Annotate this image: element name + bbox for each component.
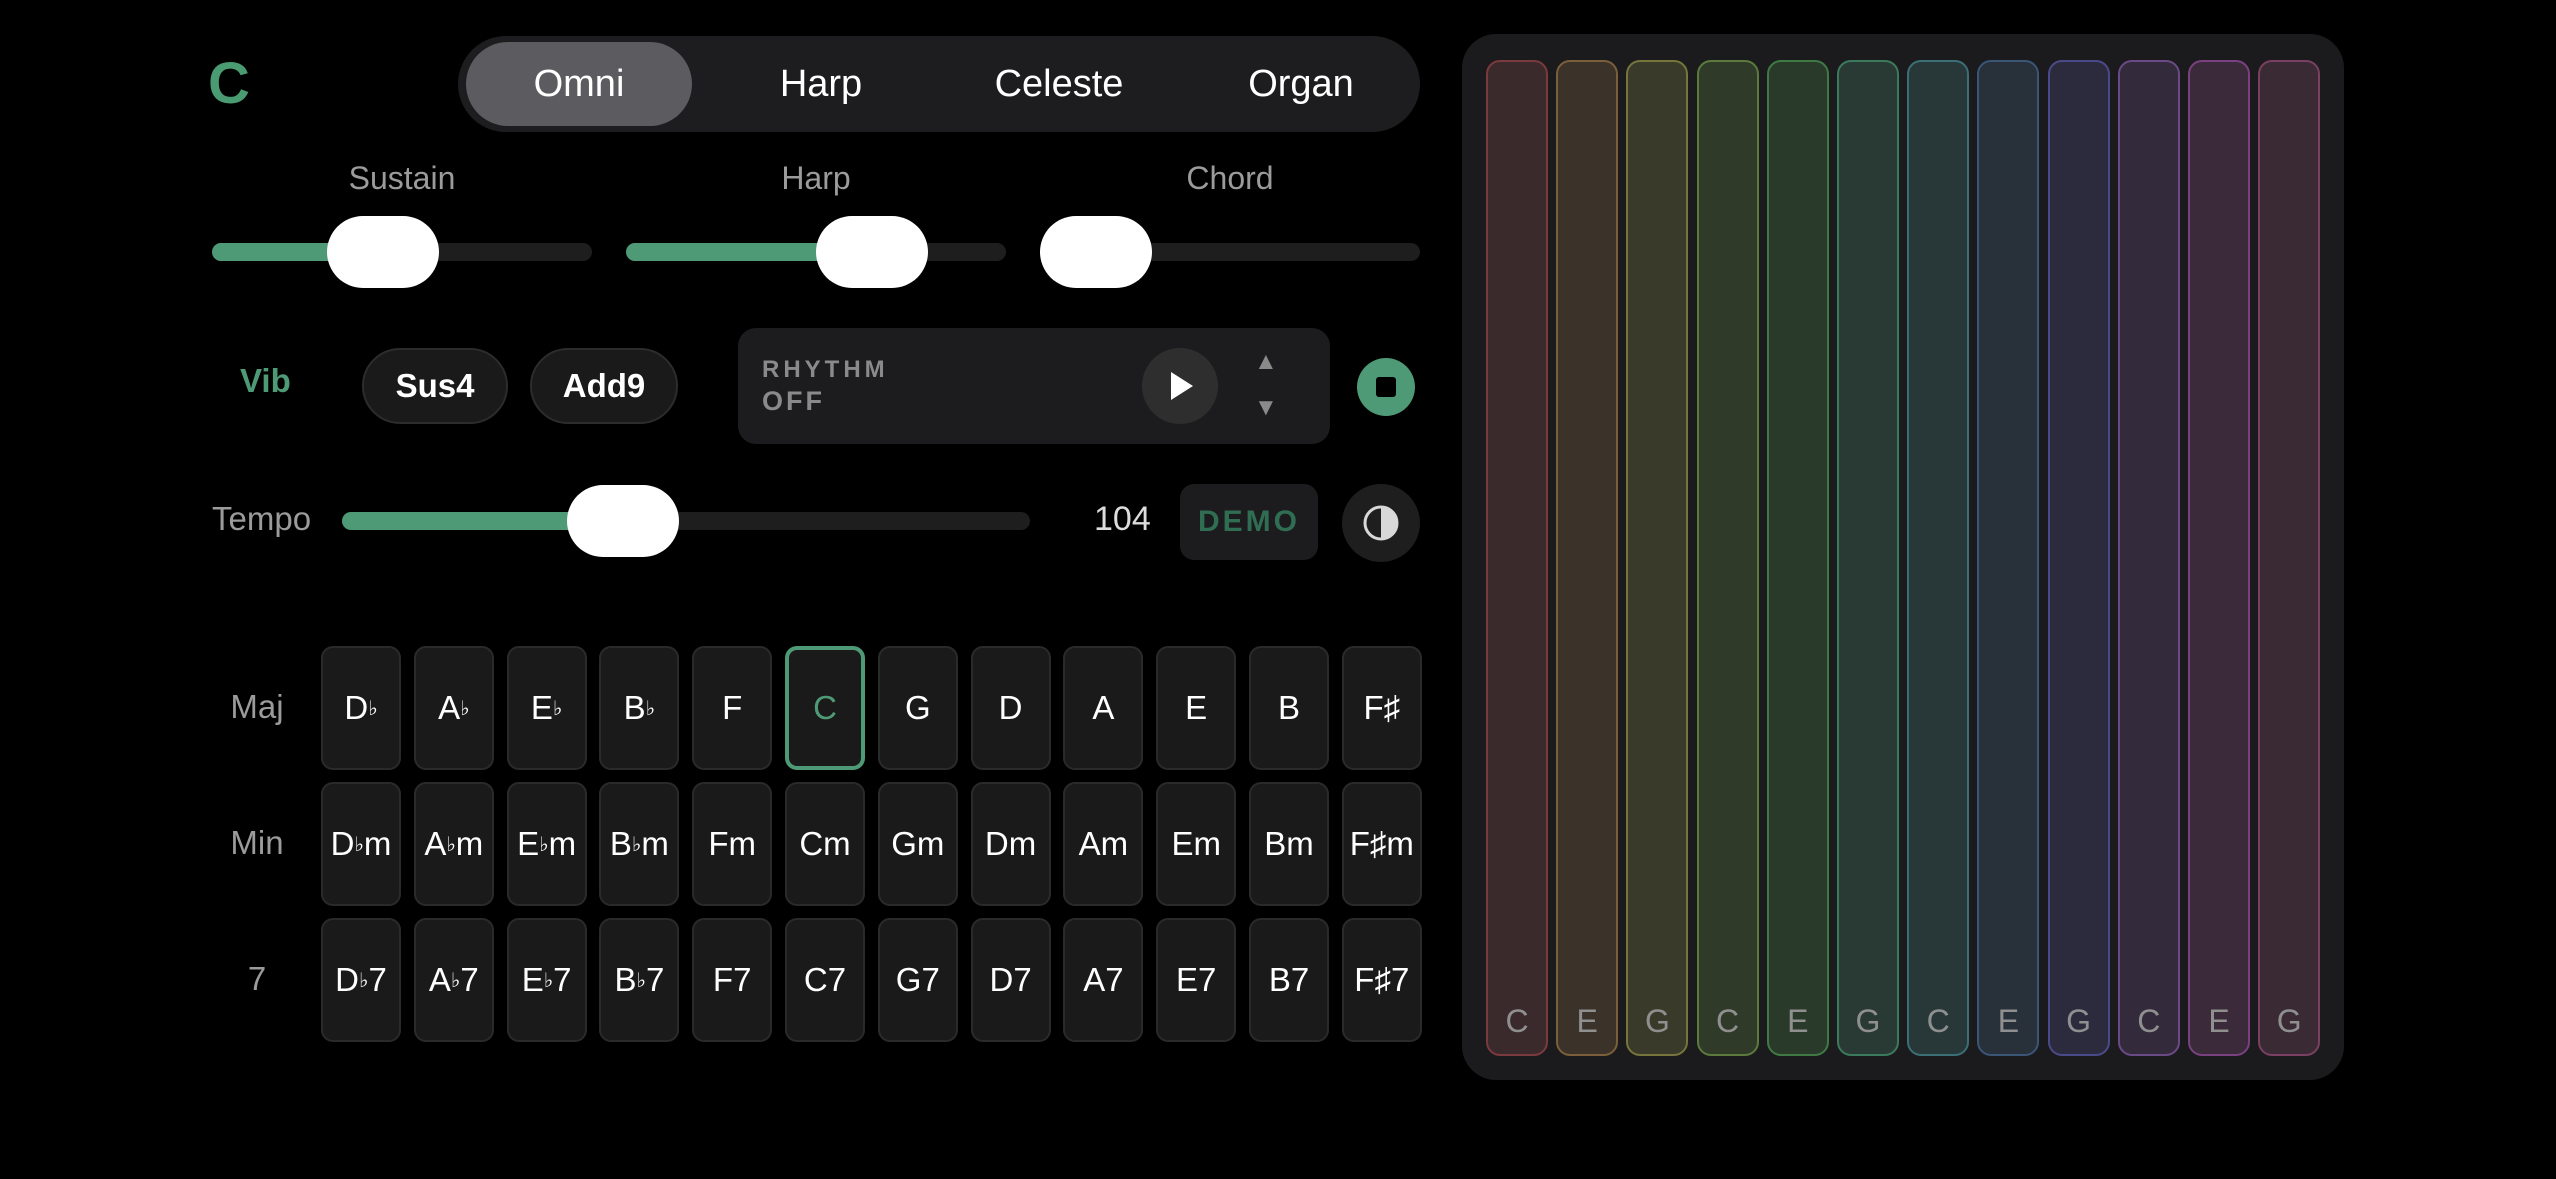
chord-button[interactable]: F♯7 [1341, 918, 1422, 1042]
instrument-selector: Omni Harp Celeste Organ [458, 36, 1420, 132]
harp-string[interactable]: C [2117, 60, 2180, 1056]
chord-button[interactable]: G [877, 646, 958, 770]
chord-button[interactable]: Em [1156, 782, 1237, 906]
string-note-label: C [1505, 1003, 1529, 1039]
sustain-slider-thumb[interactable] [327, 216, 440, 288]
play-icon [1171, 372, 1193, 400]
rhythm-play-button[interactable] [1142, 348, 1218, 424]
demo-button[interactable]: DEMO [1180, 484, 1318, 560]
harp-string[interactable]: G [1626, 60, 1689, 1056]
rhythm-up-arrow[interactable]: ▲ [1254, 348, 1278, 376]
chord-button[interactable]: Am [1063, 782, 1144, 906]
tempo-slider-thumb[interactable] [566, 485, 679, 557]
harp-string[interactable]: E [1977, 60, 2040, 1056]
harp-slider-thumb[interactable] [816, 216, 929, 288]
tempo-value: 104 [1094, 500, 1151, 538]
chord-slider-thumb[interactable] [1040, 216, 1152, 288]
chord-label: Chord [1186, 160, 1274, 196]
chord-button[interactable]: Fm [692, 782, 773, 906]
harp-string[interactable]: G [1837, 60, 1899, 1056]
string-note-label: E [2208, 1003, 2230, 1039]
string-note-label: G [2276, 1003, 2302, 1039]
chord-button[interactable]: D ♭ [321, 646, 401, 770]
sustain-label: Sustain [348, 160, 456, 196]
theme-toggle-button[interactable] [1342, 484, 1420, 562]
chord-button[interactable]: Cm [785, 782, 865, 906]
chord-button[interactable]: G7 [877, 918, 958, 1042]
harp-string[interactable]: E [1556, 60, 1619, 1056]
string-note-label: G [1855, 1003, 1881, 1039]
rhythm-state: OFF [762, 386, 825, 416]
rhythm-down-arrow[interactable]: ▼ [1254, 394, 1278, 422]
chord-button[interactable]: B7 [1249, 918, 1329, 1042]
tempo-slider[interactable] [342, 512, 1030, 530]
chord-row-label: Min [230, 824, 284, 861]
chord-button[interactable]: A ♭ [413, 646, 494, 770]
rhythm-title: RHYTHM [762, 356, 889, 383]
chord-button[interactable]: F7 [692, 918, 773, 1042]
chord-button[interactable]: E ♭ 7 [506, 918, 587, 1042]
chord-button[interactable]: A7 [1063, 918, 1144, 1042]
chord-button[interactable]: E7 [1156, 918, 1237, 1042]
chord-button[interactable]: E [1156, 646, 1237, 770]
chord-button[interactable]: C7 [785, 918, 865, 1042]
string-note-label: E [1787, 1003, 1809, 1039]
string-note-label: G [1644, 1003, 1670, 1039]
vib-toggle[interactable]: Vib [240, 362, 291, 400]
chord-button[interactable]: Gm [877, 782, 958, 906]
string-note-label: C [1716, 1003, 1740, 1039]
harp-string[interactable]: C [1907, 60, 1970, 1056]
harp-label: Harp [781, 160, 851, 196]
chord-button[interactable]: A [1063, 646, 1144, 770]
tab-omni[interactable]: Omni [466, 42, 692, 126]
tab-celeste[interactable]: Celeste [944, 42, 1174, 126]
chord-button[interactable]: D ♭ 7 [321, 918, 401, 1042]
strings-panel: CEGCEGCEGCEG [1462, 34, 2344, 1080]
chord-button[interactable]: F♯ [1341, 646, 1422, 770]
chord-button[interactable]: F [692, 646, 773, 770]
contrast-icon [1363, 505, 1399, 541]
harp-string[interactable]: E [2188, 60, 2250, 1056]
chord-button[interactable]: E ♭ [506, 646, 587, 770]
string-note-label: E [1997, 1003, 2020, 1039]
chord-button[interactable]: B ♭ m [599, 782, 680, 906]
chord-button[interactable]: Bm [1249, 782, 1329, 906]
string-note-label: C [2137, 1003, 2161, 1039]
chord-button[interactable]: D ♭ m [321, 782, 401, 906]
tempo-label: Tempo [212, 500, 312, 537]
harp-string[interactable]: C [1696, 60, 1759, 1056]
tab-organ[interactable]: Organ [1188, 42, 1414, 126]
chord-row-label: Maj [230, 688, 284, 725]
chord-button[interactable]: Dm [970, 782, 1051, 906]
string-note-label: E [1576, 1003, 1598, 1039]
rhythm-panel: RHYTHM OFF ▲ ▼ [738, 328, 1330, 444]
chord-button[interactable]: C [785, 646, 865, 770]
chord-button[interactable]: E ♭ m [506, 782, 587, 906]
chord-button[interactable]: D7 [970, 918, 1051, 1042]
string-note-label: C [1926, 1003, 1950, 1039]
chord-button[interactable]: F♯m [1341, 782, 1422, 906]
chord-row-label: 7 [247, 960, 267, 997]
add9-toggle[interactable]: Add9 [530, 348, 678, 424]
stop-button[interactable] [1357, 358, 1415, 416]
chord-button[interactable]: B ♭ [599, 646, 680, 770]
harp-string[interactable]: G [2047, 60, 2110, 1056]
harp-string[interactable]: E [1766, 60, 1829, 1056]
harp-string[interactable]: C [1486, 60, 1548, 1056]
chord-button[interactable]: A ♭ 7 [413, 918, 494, 1042]
chord-button[interactable]: A ♭ m [413, 782, 494, 906]
tab-harp[interactable]: Harp [708, 42, 934, 126]
stop-icon [1376, 377, 1396, 397]
current-key-label: C [208, 51, 250, 116]
harp-string[interactable]: G [2258, 60, 2321, 1056]
chord-button[interactable]: B ♭ 7 [599, 918, 680, 1042]
chord-button[interactable]: D [970, 646, 1051, 770]
chord-button[interactable]: B [1249, 646, 1329, 770]
string-note-label: G [2066, 1003, 2092, 1039]
sus4-toggle[interactable]: Sus4 [362, 348, 508, 424]
